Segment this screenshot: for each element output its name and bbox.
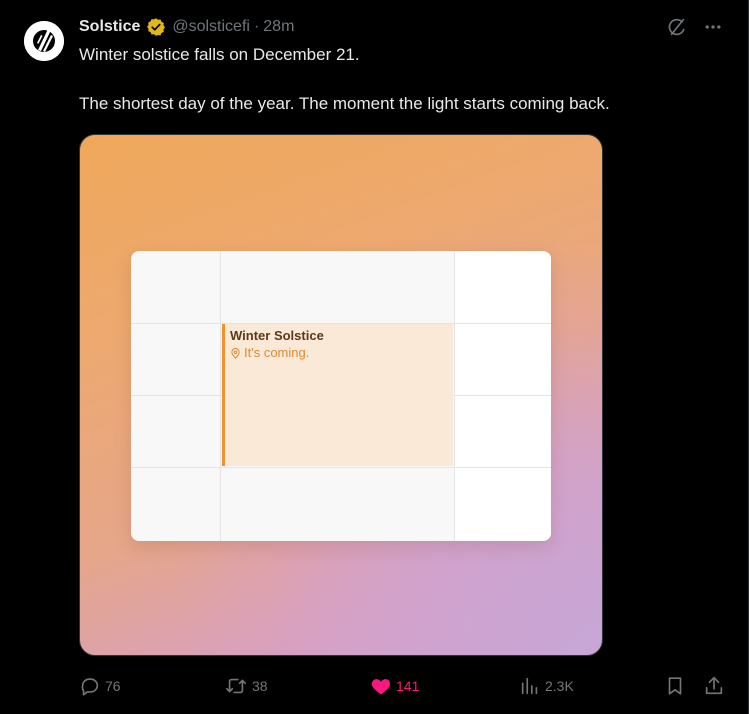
action-bar: 76 38 141 2.3K xyxy=(79,674,725,698)
reply-count: 76 xyxy=(105,678,121,694)
reply-icon xyxy=(81,678,99,696)
tweet-header: Solstice @solsticefi · 28m xyxy=(79,16,294,38)
analytics-icon xyxy=(521,677,538,695)
repost-count: 38 xyxy=(252,678,268,694)
repost-icon xyxy=(226,678,246,694)
location-pin-icon xyxy=(231,347,240,359)
timestamp[interactable]: 28m xyxy=(263,18,294,36)
separator-dot: · xyxy=(253,18,260,35)
reply-button[interactable]: 76 xyxy=(79,674,121,698)
solstice-logo-icon xyxy=(24,21,64,61)
tweet-text-paragraph: The shortest day of the year. The moment… xyxy=(79,94,610,113)
avatar[interactable] xyxy=(24,21,64,61)
event-subtitle: It's coming. xyxy=(244,345,310,360)
view-count: 2.3K xyxy=(545,678,574,694)
views-button[interactable]: 2.3K xyxy=(519,674,574,698)
like-button[interactable]: 141 xyxy=(370,674,419,698)
repost-button[interactable]: 38 xyxy=(224,674,268,698)
more-icon[interactable] xyxy=(702,16,724,38)
grid-line xyxy=(454,251,455,541)
media-image[interactable]: Winter Solstice It's coming. xyxy=(79,134,603,656)
author-name[interactable]: Solstice xyxy=(79,18,140,36)
bookmark-button[interactable] xyxy=(664,674,686,698)
author-handle[interactable]: @solsticefi xyxy=(172,18,250,36)
like-count: 141 xyxy=(396,678,420,694)
event-title: Winter Solstice xyxy=(230,328,324,343)
bookmark-icon xyxy=(668,677,682,695)
tweet-text: Winter solstice falls on December 21. Th… xyxy=(79,44,719,115)
grid-line xyxy=(131,467,551,468)
tweet[interactable]: Solstice @solsticefi · 28m Winter solsti… xyxy=(0,0,749,714)
heart-icon xyxy=(371,679,391,695)
verified-badge-icon[interactable] xyxy=(146,17,166,37)
grid-line xyxy=(220,251,221,541)
share-icon xyxy=(705,676,723,695)
calendar-event: Winter Solstice It's coming. xyxy=(222,324,453,466)
grok-icon[interactable] xyxy=(666,16,688,38)
header-actions xyxy=(666,16,724,38)
tweet-text-paragraph: Winter solstice falls on December 21. xyxy=(79,45,360,64)
calendar-column xyxy=(455,251,551,541)
calendar-card: Winter Solstice It's coming. xyxy=(131,251,551,541)
share-button[interactable] xyxy=(703,674,725,698)
event-subtitle-row: It's coming. xyxy=(230,345,453,361)
